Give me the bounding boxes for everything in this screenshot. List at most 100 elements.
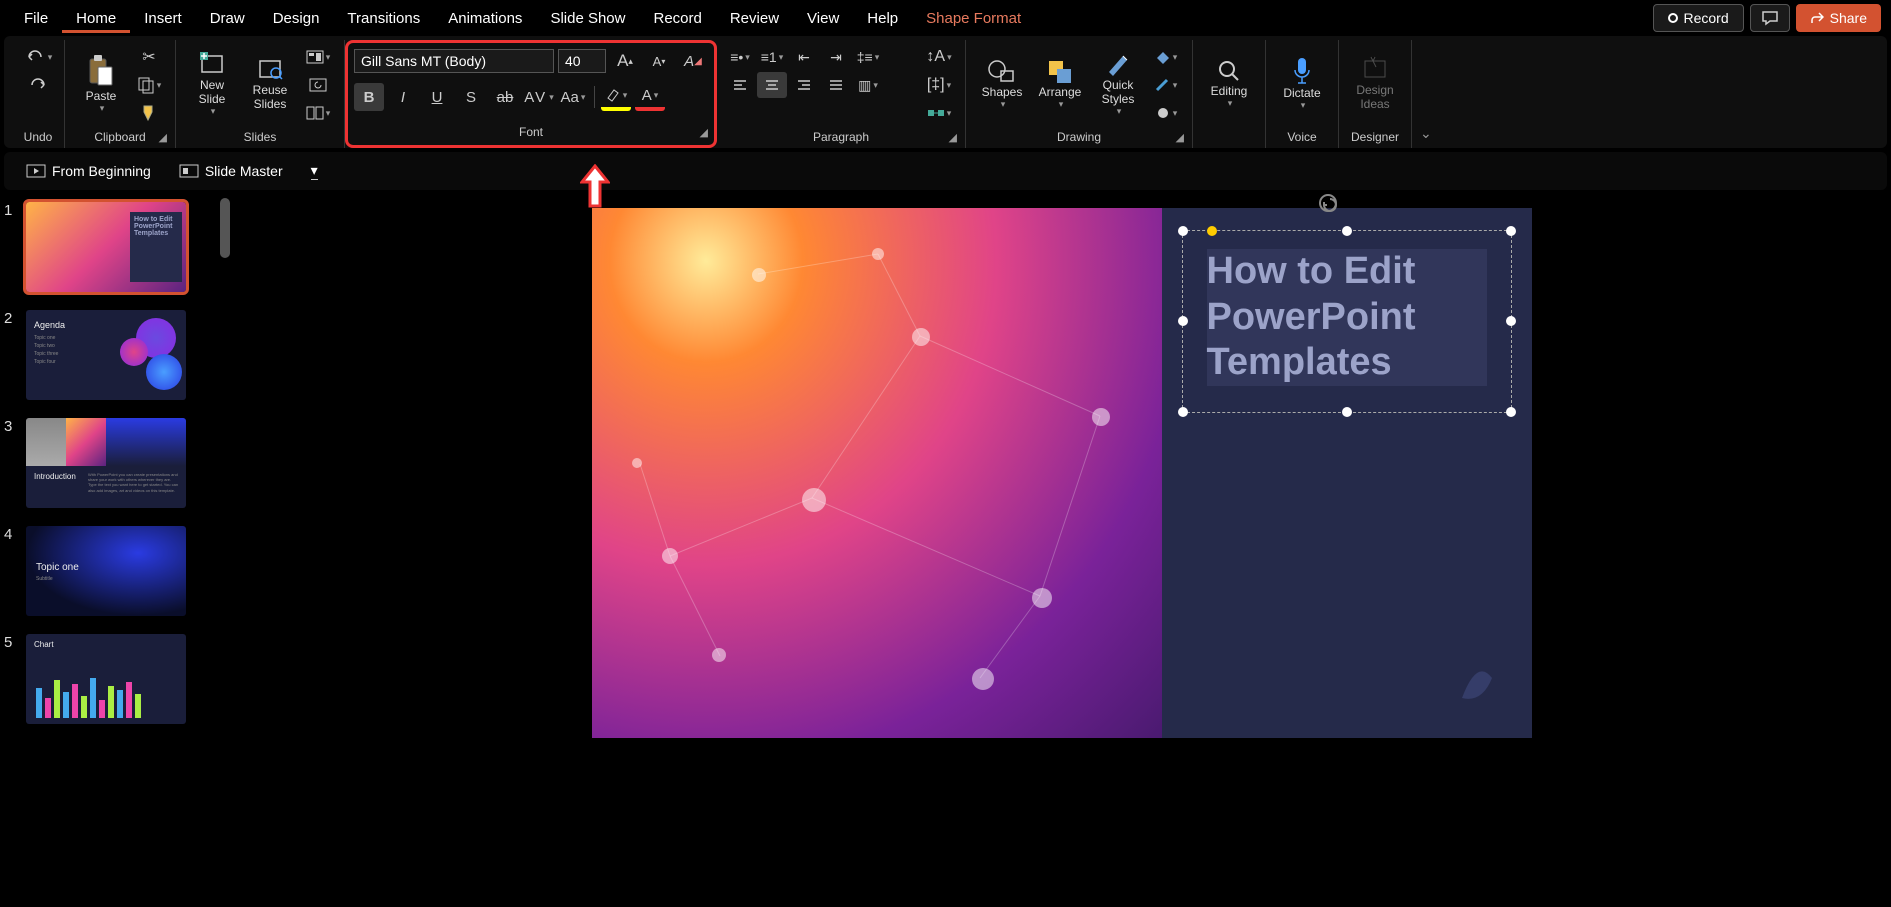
quick-styles-button[interactable]: Quick Styles▾ xyxy=(1090,44,1146,122)
menu-review[interactable]: Review xyxy=(716,4,793,33)
drawing-dialog-launcher[interactable]: ◢ xyxy=(1176,131,1184,144)
title-textbox[interactable]: How to Edit PowerPoint Templates xyxy=(1182,230,1512,413)
slide-content-area: How to Edit PowerPoint Templates xyxy=(1162,208,1532,738)
smartart-button[interactable]: ▾ xyxy=(921,100,957,126)
justify-button[interactable] xyxy=(821,72,851,98)
line-spacing-button[interactable]: ‡≡▾ xyxy=(853,44,883,70)
title-text[interactable]: How to Edit PowerPoint Templates xyxy=(1207,249,1487,386)
bullets-button[interactable]: ≡•▾ xyxy=(725,44,755,70)
cut-button[interactable]: ✂ xyxy=(131,44,167,70)
columns-button[interactable]: ▥▾ xyxy=(853,72,883,98)
shape-fill-button[interactable]: ▾ xyxy=(1148,44,1184,70)
thumb-title: Topic one xyxy=(36,562,79,573)
numbering-button[interactable]: ≡1▾ xyxy=(757,44,787,70)
record-button[interactable]: Record xyxy=(1653,4,1744,32)
underline-button[interactable]: U xyxy=(422,83,452,111)
menu-shape-format[interactable]: Shape Format xyxy=(912,4,1035,33)
thumbnail-4[interactable]: 4 Topic one Subtitle xyxy=(4,526,228,616)
bold-button[interactable]: B xyxy=(354,83,384,111)
section-button[interactable]: ▾ xyxy=(300,100,336,126)
align-right-button[interactable] xyxy=(789,72,819,98)
shapes-button[interactable]: Shapes▾ xyxy=(974,44,1030,122)
shape-effects-button[interactable]: ▾ xyxy=(1148,100,1184,126)
dictate-button[interactable]: Dictate▾ xyxy=(1274,44,1330,122)
thumbnail-number: 2 xyxy=(4,310,18,400)
ribbon-group-designer: Design Ideas Designer xyxy=(1339,40,1412,148)
thumbnail-2[interactable]: 2 Agenda Topic oneTopic twoTopic threeTo… xyxy=(4,310,228,400)
copy-button[interactable]: ▾ xyxy=(131,72,167,98)
shadow-button[interactable]: S xyxy=(456,83,486,111)
menu-file[interactable]: File xyxy=(10,4,62,33)
strikethrough-button[interactable]: ab xyxy=(490,83,520,111)
menu-home[interactable]: Home xyxy=(62,4,130,33)
thumbnail-5[interactable]: 5 Chart xyxy=(4,634,228,724)
slide-canvas[interactable]: How to Edit PowerPoint Templates xyxy=(232,194,1891,891)
design-ideas-button[interactable]: Design Ideas xyxy=(1347,44,1403,122)
arrange-button[interactable]: Arrange▾ xyxy=(1032,44,1088,122)
italic-button[interactable]: I xyxy=(388,83,418,111)
redo-button[interactable] xyxy=(20,72,56,98)
slide-background-image xyxy=(592,208,1162,738)
qat-customize-button[interactable]: ▾ xyxy=(303,158,326,184)
paragraph-dialog-launcher[interactable]: ◢ xyxy=(949,131,957,144)
ribbon-group-undo: ▾ Undo xyxy=(12,40,65,148)
menu-design[interactable]: Design xyxy=(259,4,334,33)
rotate-handle[interactable] xyxy=(1319,194,1337,212)
undo-button[interactable]: ▾ xyxy=(20,44,56,70)
increase-font-button[interactable]: A▴ xyxy=(610,47,640,75)
char-spacing-button[interactable]: AV▾ xyxy=(524,83,554,111)
voice-group-label: Voice xyxy=(1274,126,1330,146)
comments-button[interactable] xyxy=(1750,4,1790,32)
shape-outline-button[interactable]: ▾ xyxy=(1148,72,1184,98)
from-beginning-button[interactable]: From Beginning xyxy=(18,159,159,183)
format-painter-button[interactable] xyxy=(131,100,167,126)
ribbon-group-voice: Dictate▾ Voice xyxy=(1266,40,1339,148)
new-slide-button[interactable]: New Slide▾ xyxy=(184,44,240,122)
menu-transitions[interactable]: Transitions xyxy=(333,4,434,33)
menu-view[interactable]: View xyxy=(793,4,853,33)
reuse-slides-button[interactable]: Reuse Slides xyxy=(242,44,298,122)
clipboard-dialog-launcher[interactable]: ◢ xyxy=(159,131,167,144)
ribbon-collapse-button[interactable]: ⌄ xyxy=(1420,125,1432,142)
share-button[interactable]: Share xyxy=(1796,4,1881,32)
decrease-indent-button[interactable]: ⇤ xyxy=(789,44,819,70)
ribbon-group-paragraph: ≡•▾ ≡1▾ ⇤ ⇥ ‡≡▾ ▥▾ ↕A▾ [‡]▾ ▾ xyxy=(717,40,966,148)
undo-group-label: Undo xyxy=(20,126,56,146)
clear-formatting-button[interactable]: A◢ xyxy=(678,47,708,75)
menu-insert[interactable]: Insert xyxy=(130,4,196,33)
text-direction-button[interactable]: ↕A▾ xyxy=(921,44,957,70)
highlight-button[interactable]: ▾ xyxy=(601,83,631,111)
menu-animations[interactable]: Animations xyxy=(434,4,536,33)
menu-record[interactable]: Record xyxy=(639,4,715,33)
increase-indent-button[interactable]: ⇥ xyxy=(821,44,851,70)
menu-help[interactable]: Help xyxy=(853,4,912,33)
decrease-font-button[interactable]: A▾ xyxy=(644,47,674,75)
thumbnail-panel[interactable]: 1 How to Edit PowerPoint Templates 2 Age… xyxy=(0,194,232,891)
thumbnail-scrollbar[interactable] xyxy=(220,198,230,258)
quick-styles-label: Quick Styles xyxy=(1102,78,1135,106)
ribbon-group-slides: New Slide▾ Reuse Slides ▾ ▾ Slides xyxy=(176,40,345,148)
font-group-label: Font xyxy=(519,125,543,139)
reset-button[interactable] xyxy=(300,72,336,98)
align-center-button[interactable] xyxy=(757,72,787,98)
thumbnail-number: 3 xyxy=(4,418,18,508)
align-left-button[interactable] xyxy=(725,72,755,98)
font-dialog-launcher[interactable]: ◢ xyxy=(700,126,708,139)
font-name-input[interactable] xyxy=(354,49,554,73)
change-case-button[interactable]: Aa▾ xyxy=(558,83,588,111)
slide-master-button[interactable]: Slide Master xyxy=(171,159,291,183)
paste-button[interactable]: Paste ▾ xyxy=(73,44,129,122)
align-text-button[interactable]: [‡]▾ xyxy=(921,72,957,98)
layout-button[interactable]: ▾ xyxy=(300,44,336,70)
font-size-input[interactable] xyxy=(558,49,606,73)
menu-slideshow[interactable]: Slide Show xyxy=(536,4,639,33)
thumbnail-number: 5 xyxy=(4,634,18,724)
thumbnail-3[interactable]: 3 Introduction With PowerPoint you can c… xyxy=(4,418,228,508)
thumb-title: Chart xyxy=(34,640,54,649)
menu-draw[interactable]: Draw xyxy=(196,4,259,33)
designer-group-label: Designer xyxy=(1347,126,1403,146)
thumb-title: Agenda xyxy=(34,320,65,330)
font-color-button[interactable]: A▾ xyxy=(635,83,665,111)
thumbnail-1[interactable]: 1 How to Edit PowerPoint Templates xyxy=(4,202,228,292)
editing-button[interactable]: Editing▾ xyxy=(1201,44,1257,122)
